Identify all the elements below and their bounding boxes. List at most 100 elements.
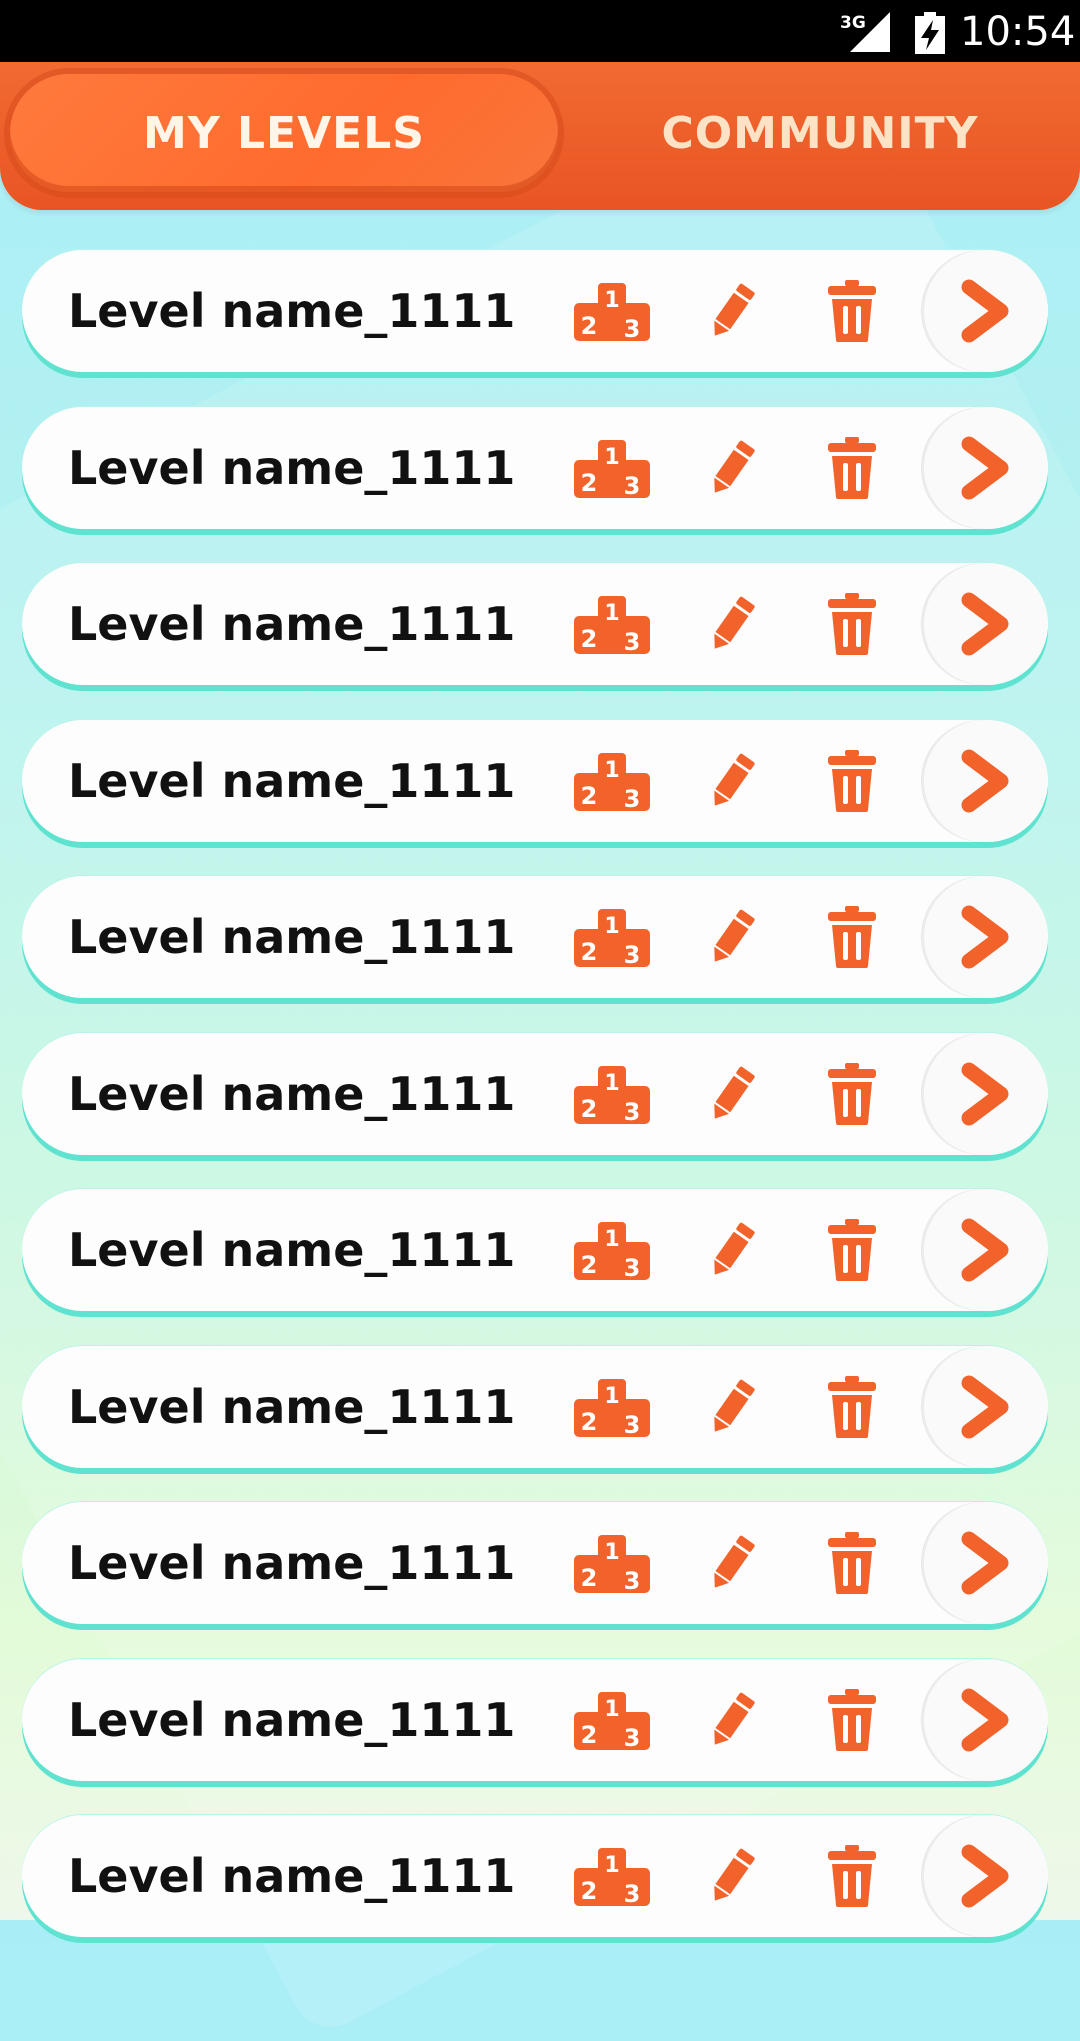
play-button[interactable]: [922, 1502, 1048, 1624]
leaderboard-button[interactable]: 1 2 3: [570, 1189, 654, 1311]
level-row[interactable]: Level name_1111 1 2 3: [22, 1659, 1048, 1781]
play-button[interactable]: [922, 250, 1048, 372]
delete-button[interactable]: [822, 250, 882, 372]
chevron-right-icon: [961, 1688, 1009, 1752]
svg-text:2: 2: [581, 469, 598, 497]
leaderboard-button[interactable]: 1 2 3: [570, 407, 654, 529]
level-name: Level name_1111: [68, 910, 516, 964]
tab-my-levels[interactable]: MY LEVELS: [10, 74, 558, 192]
edit-button[interactable]: [702, 563, 762, 685]
trash-icon: [828, 1845, 876, 1907]
edit-button[interactable]: [702, 1189, 762, 1311]
delete-button[interactable]: [822, 876, 882, 998]
trash-icon: [828, 593, 876, 655]
level-row[interactable]: Level name_1111 1 2 3: [22, 250, 1048, 372]
play-button[interactable]: [922, 1815, 1048, 1937]
pencil-icon: [714, 909, 755, 962]
trash-icon: [828, 906, 876, 968]
play-button[interactable]: [922, 1033, 1048, 1155]
trash-icon: [828, 280, 876, 342]
level-name: Level name_1111: [68, 284, 516, 338]
svg-text:2: 2: [581, 312, 598, 340]
delete-button[interactable]: [822, 1815, 882, 1937]
pencil-icon: [714, 1848, 755, 1901]
level-name: Level name_1111: [68, 1849, 516, 1903]
delete-button[interactable]: [822, 1346, 882, 1468]
play-button[interactable]: [922, 1346, 1048, 1468]
play-button[interactable]: [922, 720, 1048, 842]
svg-text:1: 1: [604, 445, 619, 470]
chevron-right-icon: [961, 1375, 1009, 1439]
cell-signal-icon: 3G: [840, 12, 890, 52]
podium-icon: 1 2 3: [574, 1379, 650, 1437]
trash-icon: [828, 437, 876, 499]
play-button[interactable]: [922, 876, 1048, 998]
svg-text:3: 3: [624, 1567, 641, 1593]
leaderboard-button[interactable]: 1 2 3: [570, 1502, 654, 1624]
level-row[interactable]: Level name_1111 1 2 3: [22, 720, 1048, 842]
leaderboard-button[interactable]: 1 2 3: [570, 876, 654, 998]
delete-button[interactable]: [822, 1659, 882, 1781]
svg-text:3: 3: [624, 785, 641, 811]
edit-button[interactable]: [702, 720, 762, 842]
chevron-right-icon: [961, 592, 1009, 656]
edit-button[interactable]: [702, 1659, 762, 1781]
level-row[interactable]: Level name_1111 1 2 3: [22, 1502, 1048, 1624]
level-row[interactable]: Level name_1111 1 2 3: [22, 1033, 1048, 1155]
level-row[interactable]: Level name_1111 1 2 3: [22, 876, 1048, 998]
level-row[interactable]: Level name_1111 1 2 3: [22, 1346, 1048, 1468]
edit-button[interactable]: [702, 1033, 762, 1155]
chevron-right-icon: [961, 749, 1009, 813]
leaderboard-button[interactable]: 1 2 3: [570, 1033, 654, 1155]
svg-text:1: 1: [604, 1227, 619, 1252]
play-button[interactable]: [922, 1189, 1048, 1311]
level-row[interactable]: Level name_1111 1 2 3: [22, 563, 1048, 685]
svg-text:2: 2: [581, 782, 598, 810]
delete-button[interactable]: [822, 720, 882, 842]
delete-button[interactable]: [822, 1502, 882, 1624]
level-row[interactable]: Level name_1111 1 2 3: [22, 1815, 1048, 1937]
leaderboard-button[interactable]: 1 2 3: [570, 1659, 654, 1781]
podium-icon: 1 2 3: [574, 1692, 650, 1750]
play-button[interactable]: [922, 1659, 1048, 1781]
svg-text:2: 2: [581, 1564, 598, 1592]
edit-button[interactable]: [702, 1502, 762, 1624]
clock: 10:54: [960, 9, 1076, 55]
podium-icon: 1 2 3: [574, 1535, 650, 1593]
svg-text:2: 2: [581, 1095, 598, 1123]
edit-button[interactable]: [702, 1346, 762, 1468]
tab-community[interactable]: COMMUNITY: [600, 74, 1040, 192]
leaderboard-button[interactable]: 1 2 3: [570, 563, 654, 685]
svg-text:1: 1: [604, 1071, 619, 1096]
trash-icon: [828, 1532, 876, 1594]
trash-icon: [828, 1063, 876, 1125]
leaderboard-button[interactable]: 1 2 3: [570, 250, 654, 372]
svg-text:1: 1: [604, 758, 619, 783]
delete-button[interactable]: [822, 407, 882, 529]
svg-text:2: 2: [581, 1877, 598, 1905]
podium-icon: 1 2 3: [574, 909, 650, 967]
edit-button[interactable]: [702, 250, 762, 372]
play-button[interactable]: [922, 407, 1048, 529]
edit-button[interactable]: [702, 1815, 762, 1937]
edit-button[interactable]: [702, 407, 762, 529]
level-row[interactable]: Level name_1111 1 2 3: [22, 1189, 1048, 1311]
leaderboard-button[interactable]: 1 2 3: [570, 1815, 654, 1937]
level-name: Level name_1111: [68, 754, 516, 808]
delete-button[interactable]: [822, 563, 882, 685]
svg-text:1: 1: [604, 1697, 619, 1722]
status-bar: 3G 10:54: [0, 0, 1080, 62]
delete-button[interactable]: [822, 1189, 882, 1311]
delete-button[interactable]: [822, 1033, 882, 1155]
pencil-icon: [714, 753, 755, 806]
level-row[interactable]: Level name_1111 1 2 3: [22, 407, 1048, 529]
leaderboard-button[interactable]: 1 2 3: [570, 1346, 654, 1468]
svg-text:2: 2: [581, 1251, 598, 1279]
edit-button[interactable]: [702, 876, 762, 998]
trash-icon: [828, 1689, 876, 1751]
battery-charging-icon: [915, 12, 945, 54]
play-button[interactable]: [922, 563, 1048, 685]
pencil-icon: [714, 1379, 755, 1432]
leaderboard-button[interactable]: 1 2 3: [570, 720, 654, 842]
svg-text:3: 3: [624, 1880, 641, 1906]
